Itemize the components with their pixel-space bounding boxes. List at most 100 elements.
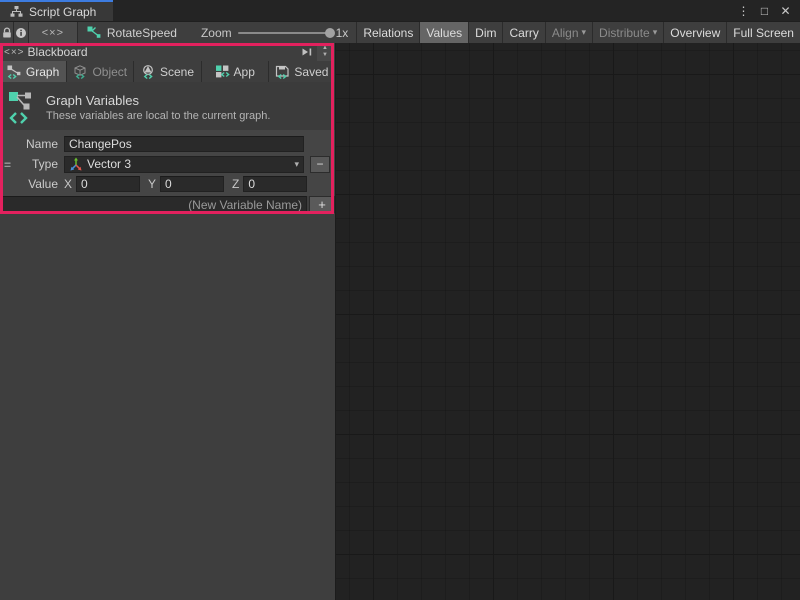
blackboard-title: Blackboard bbox=[28, 45, 88, 59]
graph-tab-label: Graph bbox=[26, 65, 59, 79]
z-axis-label: Z bbox=[232, 177, 239, 191]
object-tab-label: Object bbox=[92, 65, 127, 79]
values-button[interactable]: Values bbox=[420, 22, 469, 43]
graph-variables-section-header: Graph Variables These variables are loca… bbox=[0, 82, 335, 130]
tab-graph[interactable]: Graph bbox=[0, 61, 67, 82]
relations-button[interactable]: Relations bbox=[357, 22, 420, 43]
graph-toolbar: <×> RotateSpeed Zoom 1x Relations bbox=[0, 21, 800, 43]
value-label: Value bbox=[10, 177, 58, 191]
add-variable-button[interactable]: + bbox=[309, 196, 335, 213]
graph-name-label: RotateSpeed bbox=[107, 26, 177, 40]
x-axis-label: X bbox=[64, 177, 72, 191]
name-label: Name bbox=[10, 137, 58, 151]
window-tab-bar: Script Graph ⋮ □ ✕ bbox=[0, 0, 800, 21]
remove-variable-button[interactable]: − bbox=[310, 156, 330, 173]
script-reference-button[interactable]: <×> bbox=[29, 22, 78, 43]
fullscreen-label: Full Screen bbox=[733, 26, 794, 40]
blackboard-panel: <×> Blackboard ▲ ▼ bbox=[0, 43, 335, 600]
drag-handle[interactable]: = bbox=[4, 158, 11, 172]
carry-label: Carry bbox=[509, 26, 538, 40]
info-icon bbox=[15, 27, 27, 39]
script-graph-window: Script Graph ⋮ □ ✕ bbox=[0, 0, 800, 600]
variable-name-row: Name bbox=[0, 134, 335, 154]
variable-name-input[interactable] bbox=[64, 136, 304, 152]
overview-label: Overview bbox=[670, 26, 720, 40]
tab-title: Script Graph bbox=[29, 5, 96, 19]
toolbar-buttons: Relations Values Dim Carry Align ▾ Distr… bbox=[357, 22, 800, 43]
close-icon[interactable]: ✕ bbox=[777, 4, 794, 18]
zoom-label: Zoom bbox=[201, 26, 232, 40]
zoom-control: Zoom 1x bbox=[187, 22, 357, 43]
blackboard-icon: <×> bbox=[4, 47, 25, 58]
graph-variables-icon bbox=[8, 89, 38, 125]
chevron-down-icon: ▾ bbox=[653, 27, 658, 38]
tab-saved[interactable]: Saved bbox=[269, 61, 335, 82]
graph-canvas[interactable] bbox=[335, 43, 800, 600]
x-value-input[interactable] bbox=[76, 176, 140, 192]
blackboard-tabs: Graph Object bbox=[0, 61, 335, 82]
object-tab-icon bbox=[73, 65, 88, 79]
graph-node-icon bbox=[87, 26, 101, 39]
zoom-slider[interactable] bbox=[238, 32, 330, 34]
lock-button[interactable] bbox=[0, 22, 14, 43]
plus-icon: + bbox=[318, 197, 326, 212]
graph-breadcrumb[interactable]: RotateSpeed bbox=[78, 22, 187, 43]
script-graph-tab-icon bbox=[10, 6, 23, 17]
window-controls: ⋮ □ ✕ bbox=[735, 0, 800, 21]
y-value-input[interactable] bbox=[160, 176, 224, 192]
vector3-icon bbox=[69, 157, 83, 171]
variable-editor: = Name Type bbox=[0, 130, 335, 196]
lock-icon bbox=[1, 27, 13, 39]
app-tab-icon bbox=[215, 65, 230, 79]
tab-app[interactable]: App bbox=[202, 61, 269, 82]
new-variable-input[interactable] bbox=[2, 196, 307, 213]
variable-type-row: Type Vector 3 bbox=[0, 154, 335, 174]
sidebar-empty-area bbox=[0, 213, 335, 600]
type-label: Type bbox=[10, 157, 58, 171]
tab-script-graph[interactable]: Script Graph bbox=[0, 0, 113, 21]
panel-spinner[interactable]: ▲ ▼ bbox=[317, 43, 333, 61]
tab-bar-spacer bbox=[113, 0, 735, 21]
z-value-input[interactable] bbox=[243, 176, 307, 192]
window-menu-icon[interactable]: ⋮ bbox=[735, 4, 752, 18]
overview-button[interactable]: Overview bbox=[664, 22, 727, 43]
y-axis-label: Y bbox=[148, 177, 156, 191]
dock-icon[interactable] bbox=[301, 46, 313, 58]
distribute-label: Distribute bbox=[599, 26, 650, 40]
graph-tab-icon bbox=[7, 65, 22, 79]
carry-button[interactable]: Carry bbox=[503, 22, 545, 43]
blackboard-header: <×> Blackboard ▲ ▼ bbox=[0, 43, 335, 61]
dim-button[interactable]: Dim bbox=[469, 22, 503, 43]
section-text: Graph Variables These variables are loca… bbox=[46, 93, 270, 122]
section-title: Graph Variables bbox=[46, 93, 270, 108]
scene-tab-icon bbox=[141, 65, 156, 79]
zoom-value: 1x bbox=[336, 26, 349, 40]
info-button[interactable] bbox=[14, 22, 28, 43]
saved-tab-label: Saved bbox=[294, 65, 328, 79]
fullscreen-button[interactable]: Full Screen bbox=[727, 22, 800, 43]
variable-value-row: Value X Y Z bbox=[0, 174, 335, 194]
scene-tab-label: Scene bbox=[160, 65, 194, 79]
section-description: These variables are local to the current… bbox=[46, 110, 270, 122]
chevron-down-icon: ▾ bbox=[582, 27, 587, 38]
saved-tab-icon bbox=[275, 65, 290, 79]
type-dropdown[interactable]: Vector 3 ▾ bbox=[64, 156, 304, 173]
values-label: Values bbox=[426, 26, 462, 40]
tab-object[interactable]: Object bbox=[67, 61, 134, 82]
new-variable-row: + bbox=[0, 196, 335, 213]
chevron-down-icon: ▾ bbox=[294, 159, 299, 170]
minus-icon: − bbox=[316, 157, 323, 171]
type-value: Vector 3 bbox=[87, 157, 290, 171]
distribute-button[interactable]: Distribute ▾ bbox=[593, 22, 664, 43]
zoom-slider-handle[interactable] bbox=[325, 28, 335, 38]
app-tab-label: App bbox=[234, 65, 255, 79]
maximize-icon[interactable]: □ bbox=[756, 4, 773, 18]
align-button[interactable]: Align ▾ bbox=[546, 22, 593, 43]
spin-down-icon[interactable]: ▼ bbox=[322, 52, 328, 59]
tab-scene[interactable]: Scene bbox=[134, 61, 201, 82]
relations-label: Relations bbox=[363, 26, 413, 40]
spin-up-icon[interactable]: ▲ bbox=[322, 45, 328, 52]
align-label: Align bbox=[552, 26, 579, 40]
editor-body: <×> Blackboard ▲ ▼ bbox=[0, 43, 800, 600]
script-ref-icon: <×> bbox=[42, 27, 64, 39]
